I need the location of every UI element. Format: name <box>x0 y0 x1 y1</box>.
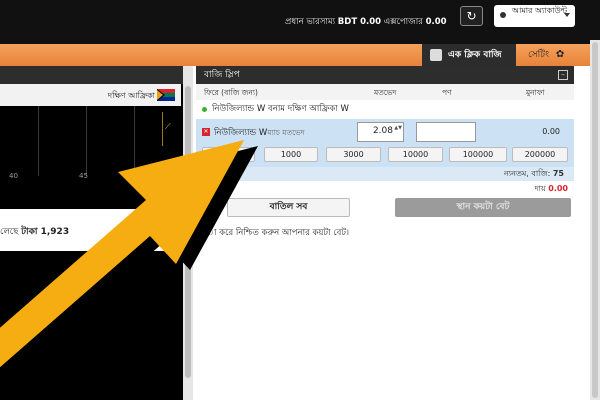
info-label: লেছে <box>0 227 19 237</box>
settings-label: সেটিং <box>528 50 549 60</box>
quick-stake-button[interactable]: 200000 <box>512 147 568 162</box>
sub-toolbar: এক ক্লিক বাজি সেটিং ✿ <box>0 44 600 66</box>
page-scrollbar[interactable] <box>590 40 600 400</box>
column-headers: ফিরে (বাজি জন্য) মতভেদ পণ মুনাফা <box>196 84 574 100</box>
bet-slip: বাজি স্লিপ – ফিরে (বাজি জন্য) মতভেদ পণ ম… <box>196 66 574 400</box>
cancel-all-button[interactable]: বাতিল সব <box>227 198 350 217</box>
chart-gridline <box>38 106 39 176</box>
odds-spinner-icon[interactable]: ▲▼ <box>394 125 402 131</box>
team-name: দক্ষিণ আফ্রিকা <box>107 91 155 100</box>
min-bet-label: ন্যনতম, বাজি: <box>503 169 551 178</box>
info-band: লেছে টাকা 1,923 <box>0 209 181 251</box>
odds-value: 2.08 <box>372 126 393 136</box>
selection-market: ম্যাচ মতভেদ <box>267 128 305 137</box>
left-scrollbar-thumb[interactable] <box>185 86 191 378</box>
live-status-icon <box>202 107 207 112</box>
quick-stake-button[interactable]: 10000 <box>388 147 443 162</box>
info-amount: টাকা 1,923 <box>21 227 70 237</box>
liability-value: 0.00 <box>548 184 568 193</box>
page-scrollbar-thumb[interactable] <box>592 42 598 398</box>
market-panel-header <box>0 66 193 84</box>
col-odds: মতভেদ <box>374 88 397 97</box>
balance-label: প্রধান ভারসাম্য <box>285 17 336 27</box>
one-click-bet-toggle[interactable]: এক ক্লিক বাজি <box>422 44 516 66</box>
top-header: প্রধান ভারসাম্য BDT 0.00 এক্সপোজার 0.00 … <box>0 0 600 44</box>
user-icon <box>500 12 506 18</box>
quick-stake-button[interactable]: 1000 <box>264 147 318 162</box>
remove-selection-icon[interactable]: ✕ <box>202 128 210 136</box>
col-profit: মুনাফা <box>526 88 545 97</box>
settings-button[interactable]: সেটিং ✿ <box>528 44 564 66</box>
trend-icon[interactable]: ⟋ <box>165 122 171 132</box>
exposure-value: 0.00 <box>425 17 447 27</box>
quick-stakes: 500 1000 3000 10000 100000 200000 <box>196 145 574 167</box>
selection-row: ✕ নিউজিল্যান্ড Wম্যাচ মতভেদ 2.08 ▲▼ 0.00 <box>196 119 574 145</box>
balance-summary: প্রধান ভারসাম্য BDT 0.00 এক্সপোজার 0.00 <box>285 15 447 29</box>
quick-stake-button[interactable]: 100000 <box>449 147 507 162</box>
min-bet-value: 75 <box>552 169 564 178</box>
exposure-label: এক্সপোজার <box>383 17 423 27</box>
south-africa-flag-icon <box>157 89 175 101</box>
account-dropdown[interactable]: আমার অ্যাকাউন্ট <box>494 5 575 27</box>
quick-stake-button[interactable]: 3000 <box>326 147 381 162</box>
balance-value: BDT 0.00 <box>337 17 382 27</box>
gear-icon: ✿ <box>555 49 565 60</box>
odds-input[interactable]: 2.08 ▲▼ <box>357 122 404 142</box>
bet-slip-title: বাজি স্লিপ <box>196 66 574 84</box>
profit-value: 0.00 <box>542 127 560 136</box>
liability-row: দায় 0.00 <box>534 183 568 196</box>
collapse-icon[interactable]: – <box>558 70 568 80</box>
match-row: নিউজিল্যান্ড W বনাম দক্ষিণ আফ্রিকা W <box>196 101 574 117</box>
axis-tick: 40 <box>9 172 18 180</box>
quick-stake-button[interactable]: 500 <box>202 147 255 162</box>
selection-name: নিউজিল্যান্ড W <box>214 128 268 138</box>
col-back: ফিরে (বাজি জন্য) <box>204 88 258 97</box>
chevron-down-icon <box>564 13 570 17</box>
axis-tick: 45 <box>79 172 88 180</box>
checkbox-icon[interactable] <box>430 49 442 61</box>
col-stake: পণ <box>442 88 452 97</box>
market-panel: দক্ষিণ আফ্রিকা ⟋ 40 45 লেছে টাকা 1,923 <box>0 66 193 400</box>
stake-input[interactable] <box>416 122 476 142</box>
account-label: আমার অ্যাকাউন্ট <box>512 6 568 15</box>
place-bet-button[interactable]: স্থান কয়টা বেট <box>395 198 571 217</box>
team-row: দক্ষিণ আফ্রিকা <box>0 84 181 106</box>
refresh-icon[interactable]: ↻ <box>460 6 483 26</box>
liability-label: দায় <box>534 184 546 193</box>
chart-gridline <box>86 106 87 176</box>
one-click-label: এক ক্লিক বাজি <box>448 50 502 60</box>
chart-gridline <box>134 106 135 176</box>
min-bet-row: ন্যনতম, বাজি: 75 <box>196 167 574 181</box>
info-text: লেছে টাকা 1,923 <box>0 224 69 239</box>
selection-label: নিউজিল্যান্ড Wম্যাচ মতভেদ <box>214 126 305 140</box>
confirm-text: া করে নিশ্চিত করুন আপনার কয়টা বেট। <box>206 228 350 238</box>
match-name: নিউজিল্যান্ড W বনাম দক্ষিণ আফ্রিকা W <box>212 104 349 114</box>
